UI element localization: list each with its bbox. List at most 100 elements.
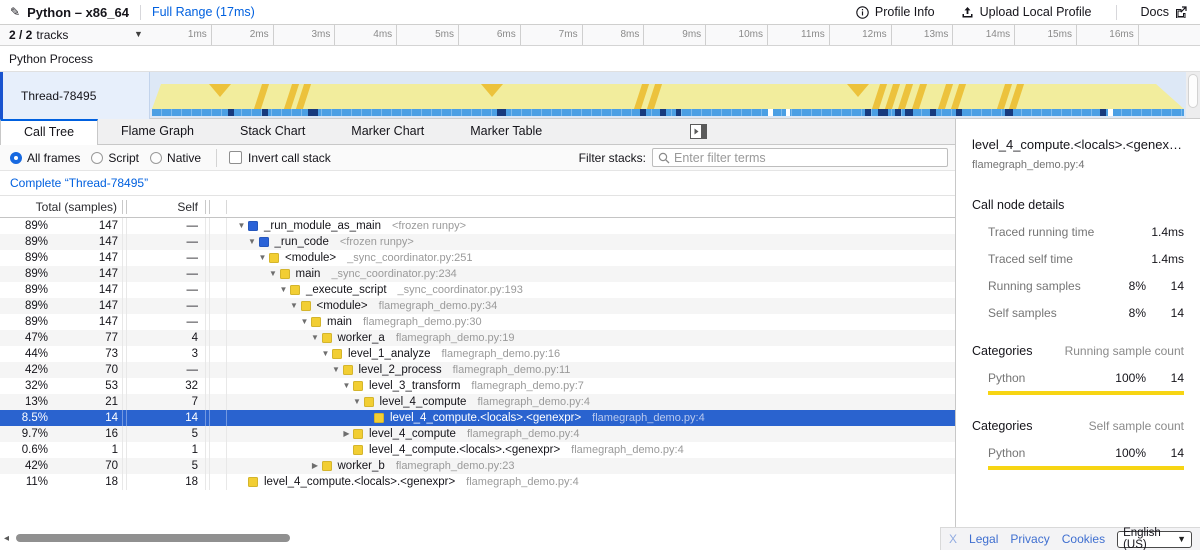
radio-button[interactable] [10, 152, 22, 164]
tab-call-tree[interactable]: Call Tree [0, 119, 98, 146]
table-row[interactable]: 89%147—▼_execute_script_sync_coordinator… [0, 282, 955, 298]
radio-native[interactable]: Native [150, 151, 201, 165]
invert-call-stack-checkbox[interactable] [229, 151, 242, 164]
categories-subtitle: Running sample count [1065, 344, 1184, 358]
tracks-dropdown[interactable]: 2 / 2 tracks ▼ [0, 25, 150, 45]
total-samples-cell: 16 [52, 426, 122, 442]
table-row[interactable]: 89%147—▼<module>_sync_coordinator.py:251 [0, 250, 955, 266]
collapse-arrow-icon[interactable]: ▼ [256, 250, 269, 266]
detail-label: Running samples [988, 279, 1104, 293]
table-row[interactable]: 89%147—▼mainflamegraph_demo.py:30 [0, 314, 955, 330]
cpu-segment [308, 109, 318, 116]
track-marker-slash [885, 84, 900, 109]
vertical-scrollbar-thumb[interactable] [1188, 74, 1198, 108]
track-marker-triangle [847, 84, 869, 97]
collapse-arrow-icon[interactable]: ▼ [330, 362, 343, 378]
table-row[interactable]: 42%70—▼level_2_processflamegraph_demo.py… [0, 362, 955, 378]
process-track-row[interactable]: Python Process [0, 46, 1200, 72]
table-row[interactable]: 8.5%1414level_4_compute.<locals>.<genexp… [0, 410, 955, 426]
detail-percent [1104, 252, 1146, 266]
table-row[interactable]: 89%147—▼_run_module_as_main<frozen runpy… [0, 218, 955, 234]
thread-track-visualization[interactable] [150, 72, 1186, 119]
tree-cell: level_4_compute.<locals>.<genexpr>flameg… [227, 442, 955, 458]
tree-cell: level_4_compute.<locals>.<genexpr>flameg… [227, 410, 955, 426]
collapse-arrow-icon[interactable]: ▼ [246, 234, 259, 250]
thread-track-label[interactable]: Thread-78495 [0, 72, 150, 119]
collapse-arrow-icon[interactable]: ▼ [288, 298, 301, 314]
sidebar-toggle-icon[interactable] [690, 124, 707, 139]
radio-all-frames[interactable]: All frames [10, 151, 80, 165]
track-marker-slash [634, 84, 649, 109]
collapse-arrow-icon[interactable]: ▼ [235, 218, 248, 234]
radio-button[interactable] [150, 152, 162, 164]
expand-arrow-icon[interactable]: ▶ [309, 458, 322, 474]
full-range-link[interactable]: Full Range (17ms) [152, 5, 255, 19]
total-samples-cell: 18 [52, 474, 122, 490]
ruler-tick: 13ms [892, 25, 954, 45]
collapse-arrow-icon[interactable]: ▼ [298, 314, 311, 330]
total-percent-cell: 13% [0, 394, 52, 410]
function-location: flamegraph_demo.py:7 [471, 378, 584, 394]
profile-info-button[interactable]: Profile Info [843, 5, 948, 19]
table-row[interactable]: 11%1818level_4_compute.<locals>.<genexpr… [0, 474, 955, 490]
column-header-self[interactable]: Self [127, 200, 205, 214]
footer-link-cookies[interactable]: Cookies [1062, 532, 1105, 546]
table-row[interactable]: 32%5332▼level_3_transformflamegraph_demo… [0, 378, 955, 394]
table-row[interactable]: 47%774▼worker_aflamegraph_demo.py:19 [0, 330, 955, 346]
tab-flame-graph[interactable]: Flame Graph [98, 119, 217, 144]
tab-stack-chart[interactable]: Stack Chart [217, 119, 328, 144]
vertical-scrollbar[interactable] [1186, 72, 1200, 118]
collapse-arrow-icon[interactable]: ▼ [267, 266, 280, 282]
sidebar-detail-row: Running samples8%14 [972, 279, 1184, 293]
collapse-arrow-icon[interactable]: ▼ [340, 378, 353, 394]
upload-label: Upload Local Profile [980, 5, 1092, 19]
total-percent-cell: 89% [0, 298, 52, 314]
collapse-arrow-icon[interactable]: ▼ [319, 346, 332, 362]
table-row[interactable]: 89%147—▼_run_code<frozen runpy> [0, 234, 955, 250]
table-row[interactable]: 89%147—▼main_sync_coordinator.py:234 [0, 266, 955, 282]
table-row[interactable]: 44%733▼level_1_analyzeflamegraph_demo.py… [0, 346, 955, 362]
filter-stacks-input[interactable] [674, 151, 942, 165]
column-header-total[interactable]: Total (samples) [0, 200, 122, 214]
edit-pencil-icon[interactable]: ✎ [10, 5, 20, 19]
table-row[interactable]: 42%705▶worker_bflamegraph_demo.py:23 [0, 458, 955, 474]
upload-profile-button[interactable]: Upload Local Profile [948, 5, 1105, 19]
radio-button[interactable] [91, 152, 103, 164]
tree-cell: ▼<module>_sync_coordinator.py:251 [227, 250, 955, 266]
footer-link-legal[interactable]: Legal [969, 532, 998, 546]
category-label: Python [988, 446, 1104, 460]
chevron-down-icon[interactable]: ▼ [134, 29, 143, 39]
thread-track-row: Thread-78495 [0, 72, 1200, 119]
breadcrumb[interactable]: Complete “Thread-78495” [10, 176, 148, 190]
detail-value: 14 [1146, 279, 1184, 293]
self-samples-cell: 5 [127, 426, 205, 442]
profile-name[interactable]: Python – x86_64 [27, 5, 129, 20]
cpu-segment [905, 109, 913, 116]
tab-marker-table[interactable]: Marker Table [447, 119, 565, 144]
expand-arrow-icon[interactable]: ▶ [340, 426, 353, 442]
tree-cell: ▼level_3_transformflamegraph_demo.py:7 [227, 378, 955, 394]
track-marker-slash [1009, 84, 1024, 109]
table-row[interactable]: 0.6%11level_4_compute.<locals>.<genexpr>… [0, 442, 955, 458]
radio-label: Script [108, 151, 139, 165]
language-select[interactable]: English (US) ▼ [1117, 531, 1192, 548]
table-row[interactable]: 89%147—▼<module>flamegraph_demo.py:34 [0, 298, 955, 314]
horizontal-scrollbar[interactable]: ◂ [0, 527, 940, 550]
horizontal-scrollbar-thumb[interactable] [16, 534, 290, 542]
footer-link-privacy[interactable]: Privacy [1010, 532, 1049, 546]
table-row[interactable]: 9.7%165▶level_4_computeflamegraph_demo.p… [0, 426, 955, 442]
collapse-arrow-icon[interactable]: ▼ [277, 282, 290, 298]
footer-link-x[interactable]: X [949, 532, 957, 546]
collapse-arrow-icon[interactable]: ▼ [351, 394, 364, 410]
tab-marker-chart[interactable]: Marker Chart [328, 119, 447, 144]
function-name: level_4_compute.<locals>.<genexpr> [264, 474, 455, 490]
collapse-arrow-icon[interactable]: ▼ [309, 330, 322, 346]
radio-script[interactable]: Script [91, 151, 139, 165]
panel-tab-bar: Call TreeFlame GraphStack ChartMarker Ch… [0, 119, 955, 145]
function-name: level_4_compute.<locals>.<genexpr> [369, 442, 560, 458]
scroll-left-arrow-icon[interactable]: ◂ [4, 533, 9, 544]
docs-button[interactable]: Docs [1128, 5, 1200, 19]
table-row[interactable]: 13%217▼level_4_computeflamegraph_demo.py… [0, 394, 955, 410]
self-samples-cell: — [127, 362, 205, 378]
self-samples-cell: 4 [127, 330, 205, 346]
